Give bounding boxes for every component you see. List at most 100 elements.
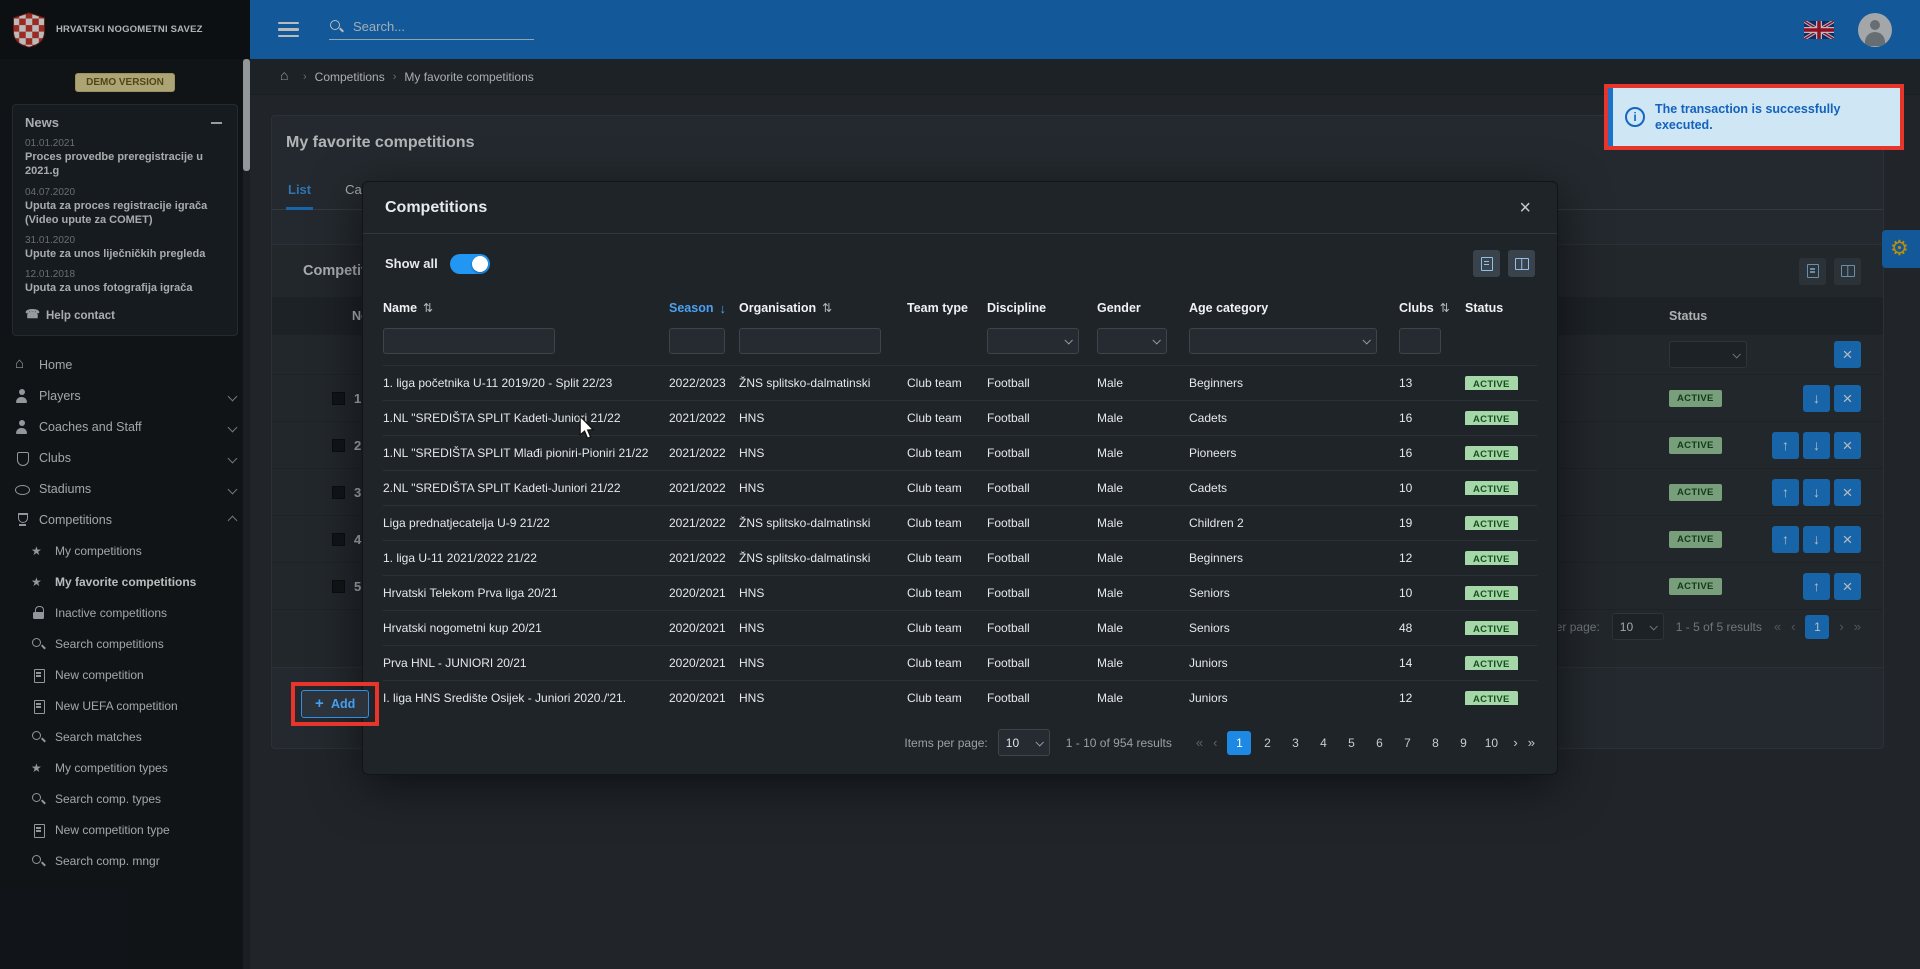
cell-organisation: HNS (739, 656, 907, 670)
cell-name: 1. liga početnika U-11 2019/20 - Split 2… (383, 376, 669, 390)
page-number-button[interactable]: 9 (1451, 731, 1475, 755)
cell-clubs: 12 (1399, 551, 1465, 565)
cell-discipline: Football (987, 551, 1097, 565)
column-header-season[interactable]: Season (669, 301, 739, 316)
column-header-clubs[interactable]: Clubs (1399, 301, 1465, 315)
organisation-filter-input[interactable] (739, 328, 881, 354)
sort-icon (1440, 301, 1450, 315)
page-number-button[interactable]: 10 (1479, 731, 1503, 755)
table-row[interactable]: 2.NL "SREDIŠTA SPLIT Kadeti-Juniori 21/2… (383, 470, 1537, 505)
table-row[interactable]: 1.NL "SREDIŠTA SPLIT Mlađi pioniri-Pioni… (383, 435, 1537, 470)
status-badge: ACTIVE (1465, 621, 1518, 635)
cell-organisation: HNS (739, 621, 907, 635)
column-header-status: Status (1465, 301, 1539, 315)
modal-pagination: Items per page: 10 1 - 10 of 954 results… (363, 715, 1557, 756)
cell-name: Liga prednatjecatelja U-9 21/22 (383, 516, 669, 530)
show-all-toggle[interactable] (450, 254, 490, 274)
cell-organisation: HNS (739, 481, 907, 495)
cell-age-category: Cadets (1189, 481, 1399, 495)
column-settings-button[interactable] (1508, 250, 1535, 277)
cell-season: 2020/2021 (669, 586, 739, 600)
cell-organisation: HNS (739, 586, 907, 600)
page-number-button[interactable]: 7 (1395, 731, 1419, 755)
items-per-page-label: Items per page: (904, 736, 987, 750)
next-page-button[interactable]: › (1513, 735, 1517, 750)
column-header-discipline: Discipline (987, 301, 1097, 315)
status-badge: ACTIVE (1465, 691, 1518, 705)
page-number-button[interactable]: 3 (1283, 731, 1307, 755)
page-number-button[interactable]: 2 (1255, 731, 1279, 755)
cell-age-category: Cadets (1189, 411, 1399, 425)
previous-page-button[interactable]: ‹ (1213, 735, 1217, 750)
cell-organisation: HNS (739, 411, 907, 425)
table-row[interactable]: 1. liga početnika U-11 2019/20 - Split 2… (383, 365, 1537, 400)
modal-title: Competitions (385, 199, 487, 217)
chevron-down-icon (1035, 738, 1043, 746)
cell-discipline: Football (987, 446, 1097, 460)
table-row[interactable]: Liga prednatjecatelja U-9 21/22 2021/202… (383, 505, 1537, 540)
table-row[interactable]: Hrvatski Telekom Prva liga 20/21 2020/20… (383, 575, 1537, 610)
cell-season: 2021/2022 (669, 446, 739, 460)
page-number-button[interactable]: 6 (1367, 731, 1391, 755)
table-row[interactable]: Prva HNL - JUNIORI 20/21 2020/2021 HNS C… (383, 645, 1537, 680)
cell-organisation: HNS (739, 446, 907, 460)
cell-gender: Male (1097, 516, 1189, 530)
chevron-down-icon (1064, 336, 1072, 344)
cell-team-type: Club team (907, 411, 987, 425)
cell-gender: Male (1097, 481, 1189, 495)
column-header-name[interactable]: Name (383, 301, 669, 315)
last-page-button[interactable]: » (1528, 735, 1535, 750)
cell-discipline: Football (987, 411, 1097, 425)
chevron-down-icon (1152, 336, 1160, 344)
cell-team-type: Club team (907, 656, 987, 670)
status-badge: ACTIVE (1465, 376, 1518, 390)
table-row[interactable]: 1. liga U-11 2021/2022 21/22 2021/2022 Ž… (383, 540, 1537, 575)
cell-discipline: Football (987, 516, 1097, 530)
cell-age-category: Juniors (1189, 691, 1399, 705)
page-number-button[interactable]: 1 (1227, 731, 1251, 755)
competitions-modal: Competitions Show all Name Season Organi… (362, 181, 1558, 775)
toast-annotation: The transaction is successfully executed… (1604, 84, 1904, 150)
page-number-button[interactable]: 4 (1311, 731, 1335, 755)
cell-gender: Male (1097, 656, 1189, 670)
age-category-filter-select[interactable] (1189, 328, 1377, 354)
cell-gender: Male (1097, 691, 1189, 705)
clubs-filter-input[interactable] (1399, 328, 1441, 354)
cell-discipline: Football (987, 621, 1097, 635)
column-header-organisation[interactable]: Organisation (739, 301, 907, 315)
page-number-button[interactable]: 5 (1339, 731, 1363, 755)
table-row[interactable]: Hrvatski nogometni kup 20/21 2020/2021 H… (383, 610, 1537, 645)
table-row[interactable]: I. liga HNS Središte Osijek - Juniori 20… (383, 680, 1537, 715)
cell-gender: Male (1097, 586, 1189, 600)
cell-season: 2020/2021 (669, 691, 739, 705)
competitions-table: Name Season Organisation Team type Disci… (383, 291, 1537, 715)
season-filter-input[interactable] (669, 328, 725, 354)
show-all-label: Show all (385, 256, 438, 271)
plus-icon (315, 698, 325, 710)
cell-age-category: Children 2 (1189, 516, 1399, 530)
cell-organisation: ŽNS splitsko-dalmatinski (739, 551, 907, 565)
page-number-button[interactable]: 8 (1423, 731, 1447, 755)
close-icon[interactable] (1515, 196, 1535, 220)
column-header-team-type: Team type (907, 301, 987, 315)
cell-clubs: 14 (1399, 656, 1465, 670)
results-count: 1 - 10 of 954 results (1066, 736, 1172, 750)
name-filter-input[interactable] (383, 328, 555, 354)
cell-age-category: Seniors (1189, 586, 1399, 600)
cell-name: Hrvatski Telekom Prva liga 20/21 (383, 586, 669, 600)
cell-team-type: Club team (907, 691, 987, 705)
info-icon (1625, 107, 1645, 127)
add-button[interactable]: Add (301, 690, 369, 718)
success-toast: The transaction is successfully executed… (1608, 88, 1900, 146)
discipline-filter-select[interactable] (987, 328, 1079, 354)
items-per-page-select[interactable]: 10 (998, 729, 1050, 756)
gender-filter-select[interactable] (1097, 328, 1167, 354)
first-page-button[interactable]: « (1196, 735, 1203, 750)
export-button[interactable] (1473, 250, 1500, 277)
table-row[interactable]: 1.NL "SREDIŠTA SPLIT Kadeti-Juniori 21/2… (383, 400, 1537, 435)
cell-season: 2020/2021 (669, 621, 739, 635)
columns-icon (1515, 258, 1529, 270)
toast-message: The transaction is successfully executed… (1655, 101, 1888, 134)
cell-season: 2021/2022 (669, 481, 739, 495)
cell-season: 2021/2022 (669, 516, 739, 530)
